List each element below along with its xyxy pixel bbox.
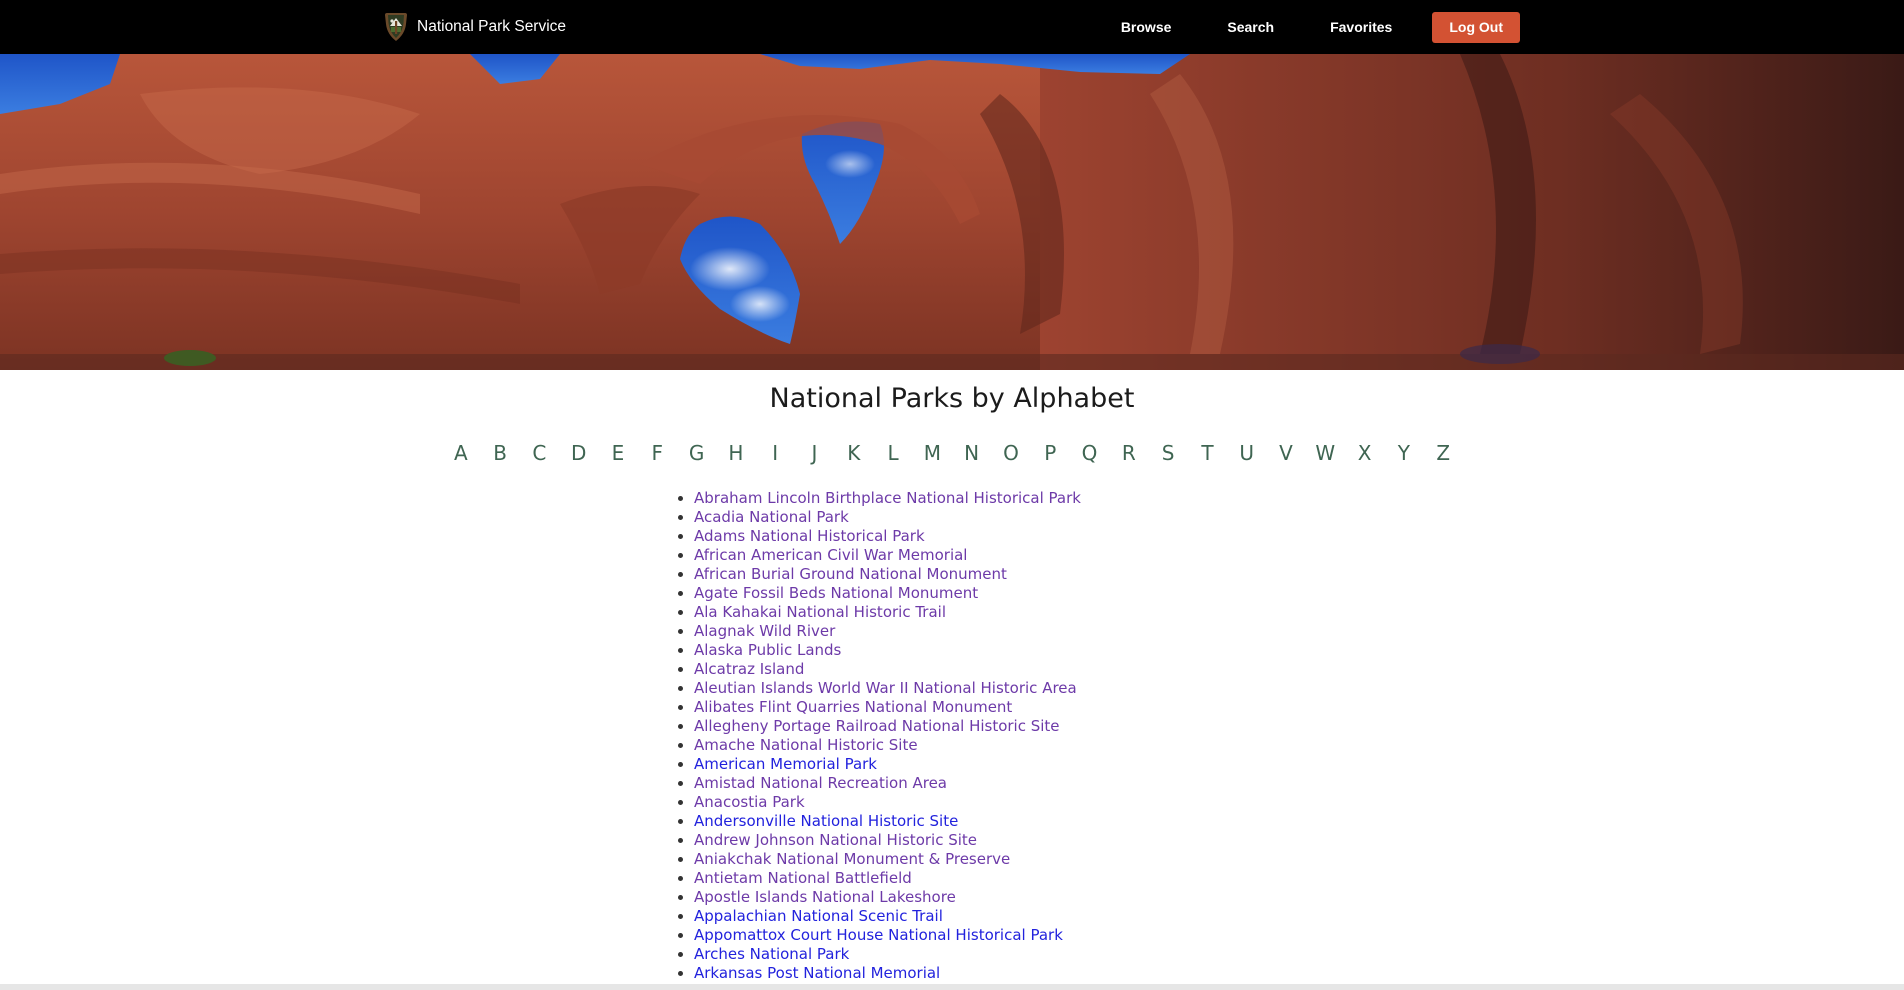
list-item: Alaska Public Lands bbox=[694, 641, 1081, 660]
park-link[interactable]: Arkansas Post National Memorial bbox=[694, 964, 940, 982]
letter-link-t[interactable]: T bbox=[1188, 441, 1227, 465]
arrowhead-icon bbox=[384, 12, 408, 42]
list-item: Abraham Lincoln Birthplace National Hist… bbox=[694, 489, 1081, 508]
letter-link-n[interactable]: N bbox=[952, 441, 991, 465]
letter-link-k[interactable]: K bbox=[834, 441, 873, 465]
letter-link-r[interactable]: R bbox=[1109, 441, 1148, 465]
list-item: Aniakchak National Monument & Preserve bbox=[694, 850, 1081, 869]
letter-link-e[interactable]: E bbox=[598, 441, 637, 465]
letter-link-j[interactable]: J bbox=[795, 441, 834, 465]
list-item: Arches National Park bbox=[694, 945, 1081, 964]
nav-links: Browse Search Favorites Log Out bbox=[1093, 0, 1520, 54]
list-item: Alagnak Wild River bbox=[694, 622, 1081, 641]
letter-link-s[interactable]: S bbox=[1148, 441, 1187, 465]
letter-link-x[interactable]: X bbox=[1345, 441, 1384, 465]
list-item: Alcatraz Island bbox=[694, 660, 1081, 679]
letter-link-o[interactable]: O bbox=[991, 441, 1030, 465]
park-link[interactable]: Adams National Historical Park bbox=[694, 527, 925, 545]
letter-link-p[interactable]: P bbox=[1031, 441, 1070, 465]
park-link[interactable]: Agate Fossil Beds National Monument bbox=[694, 584, 978, 602]
park-link[interactable]: Appomattox Court House National Historic… bbox=[694, 926, 1063, 944]
list-item: Andersonville National Historic Site bbox=[694, 812, 1081, 831]
park-link[interactable]: Anacostia Park bbox=[694, 793, 805, 811]
park-link[interactable]: Alaska Public Lands bbox=[694, 641, 841, 659]
park-link[interactable]: African American Civil War Memorial bbox=[694, 546, 967, 564]
letter-link-v[interactable]: V bbox=[1266, 441, 1305, 465]
nav-favorites-link[interactable]: Favorites bbox=[1302, 19, 1420, 35]
letter-link-u[interactable]: U bbox=[1227, 441, 1266, 465]
park-link[interactable]: African Burial Ground National Monument bbox=[694, 565, 1007, 583]
letter-link-a[interactable]: A bbox=[441, 441, 480, 465]
park-link[interactable]: Acadia National Park bbox=[694, 508, 849, 526]
park-link[interactable]: Antietam National Battlefield bbox=[694, 869, 912, 887]
list-item: Aleutian Islands World War II National H… bbox=[694, 679, 1081, 698]
brand-name: National Park Service bbox=[417, 18, 567, 35]
park-link[interactable]: Andersonville National Historic Site bbox=[694, 812, 958, 830]
park-link[interactable]: Alagnak Wild River bbox=[694, 622, 835, 640]
list-item: Appalachian National Scenic Trail bbox=[694, 907, 1081, 926]
list-item: Adams National Historical Park bbox=[694, 527, 1081, 546]
list-item: Amache National Historic Site bbox=[694, 736, 1081, 755]
letter-link-d[interactable]: D bbox=[559, 441, 598, 465]
letter-link-y[interactable]: Y bbox=[1384, 441, 1423, 465]
letter-link-h[interactable]: H bbox=[716, 441, 755, 465]
letter-link-i[interactable]: I bbox=[756, 441, 795, 465]
letter-link-g[interactable]: G bbox=[677, 441, 716, 465]
park-link[interactable]: Arches National Park bbox=[694, 945, 849, 963]
list-item: African Burial Ground National Monument bbox=[694, 565, 1081, 584]
page-title: National Parks by Alphabet bbox=[769, 383, 1135, 414]
list-item: Alibates Flint Quarries National Monumen… bbox=[694, 698, 1081, 717]
list-item: Andrew Johnson National Historic Site bbox=[694, 831, 1081, 850]
list-item: Appomattox Court House National Historic… bbox=[694, 926, 1081, 945]
top-navbar: National Park Service Browse Search Favo… bbox=[0, 0, 1904, 54]
list-item: American Memorial Park bbox=[694, 755, 1081, 774]
park-link[interactable]: Aniakchak National Monument & Preserve bbox=[694, 850, 1010, 868]
park-link[interactable]: Allegheny Portage Railroad National Hist… bbox=[694, 717, 1060, 735]
horizontal-scrollbar[interactable] bbox=[0, 984, 1904, 990]
park-link[interactable]: Alibates Flint Quarries National Monumen… bbox=[694, 698, 1012, 716]
park-link[interactable]: Amache National Historic Site bbox=[694, 736, 918, 754]
list-item: Apostle Islands National Lakeshore bbox=[694, 888, 1081, 907]
letter-link-l[interactable]: L bbox=[873, 441, 912, 465]
hero-banner-image bbox=[0, 54, 1904, 370]
letter-link-f[interactable]: F bbox=[638, 441, 677, 465]
list-item: Arkansas Post National Memorial bbox=[694, 964, 1081, 983]
park-link[interactable]: Abraham Lincoln Birthplace National Hist… bbox=[694, 489, 1081, 507]
letter-link-q[interactable]: Q bbox=[1070, 441, 1109, 465]
park-link[interactable]: Ala Kahakai National Historic Trail bbox=[694, 603, 946, 621]
list-item: Amistad National Recreation Area bbox=[694, 774, 1081, 793]
park-link[interactable]: Andrew Johnson National Historic Site bbox=[694, 831, 977, 849]
letter-link-z[interactable]: Z bbox=[1424, 441, 1463, 465]
nav-browse-link[interactable]: Browse bbox=[1093, 19, 1200, 35]
nav-search-link[interactable]: Search bbox=[1199, 19, 1302, 35]
park-link[interactable]: Aleutian Islands World War II National H… bbox=[694, 679, 1077, 697]
list-item: African American Civil War Memorial bbox=[694, 546, 1081, 565]
brand-home-link[interactable]: National Park Service bbox=[384, 12, 566, 42]
letter-link-b[interactable]: B bbox=[480, 441, 519, 465]
park-link[interactable]: Amistad National Recreation Area bbox=[694, 774, 947, 792]
logout-button[interactable]: Log Out bbox=[1432, 11, 1520, 43]
list-item: Anacostia Park bbox=[694, 793, 1081, 812]
park-link[interactable]: Appalachian National Scenic Trail bbox=[694, 907, 943, 925]
list-item: Allegheny Portage Railroad National Hist… bbox=[694, 717, 1081, 736]
letter-link-w[interactable]: W bbox=[1306, 441, 1345, 465]
park-list: Abraham Lincoln Birthplace National Hist… bbox=[694, 489, 1081, 983]
list-item: Acadia National Park bbox=[694, 508, 1081, 527]
letter-link-m[interactable]: M bbox=[913, 441, 952, 465]
list-item: Agate Fossil Beds National Monument bbox=[694, 584, 1081, 603]
park-link[interactable]: American Memorial Park bbox=[694, 755, 877, 773]
list-item: Ala Kahakai National Historic Trail bbox=[694, 603, 1081, 622]
list-item: Antietam National Battlefield bbox=[694, 869, 1081, 888]
park-link[interactable]: Alcatraz Island bbox=[694, 660, 804, 678]
park-link[interactable]: Apostle Islands National Lakeshore bbox=[694, 888, 956, 906]
letter-link-c[interactable]: C bbox=[520, 441, 559, 465]
alphabet-nav: ABCDEFGHIJKLMNOPQRSTUVWXYZ bbox=[0, 441, 1904, 465]
